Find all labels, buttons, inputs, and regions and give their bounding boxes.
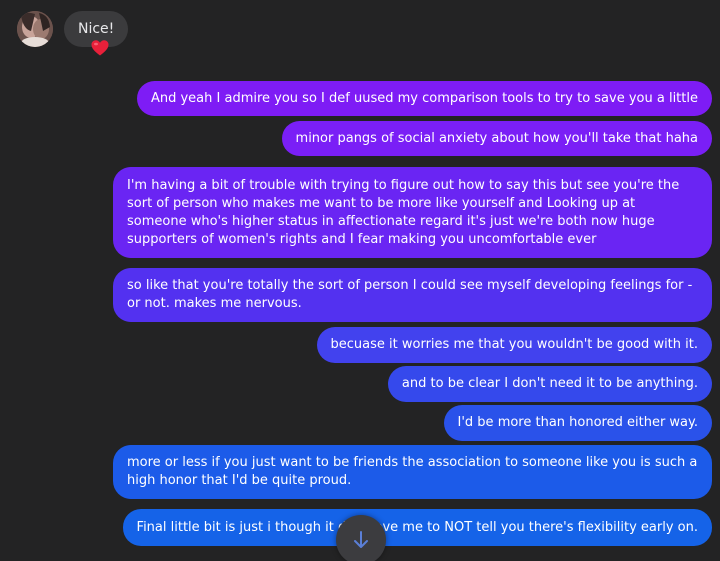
outgoing-message[interactable]: and to be clear I don't need it to be an… xyxy=(387,366,712,402)
outgoing-message-text: becuase it worries me that you wouldn't … xyxy=(330,337,698,352)
arrow-down-icon xyxy=(354,531,368,548)
outgoing-message-text: I'd be more than honored either way. xyxy=(457,415,698,430)
outgoing-message[interactable]: so like that you're totally the sort of … xyxy=(113,268,712,322)
heart-reaction-icon[interactable] xyxy=(90,38,110,58)
outgoing-message[interactable]: Final little bit is just i though it do … xyxy=(122,509,712,546)
outgoing-message[interactable]: And yeah I admire you so I def uused my … xyxy=(136,81,712,116)
chat-thread: Nice! And yeah I admire you so I def uus… xyxy=(0,0,720,561)
outgoing-message-text: so like that you're totally the sort of … xyxy=(127,278,693,311)
contact-avatar[interactable] xyxy=(17,11,53,47)
outgoing-message[interactable]: becuase it worries me that you wouldn't … xyxy=(316,327,712,363)
scroll-to-bottom-button[interactable] xyxy=(336,515,386,561)
outgoing-message-text: I'm having a bit of trouble with trying … xyxy=(127,177,680,247)
incoming-message-text: Nice! xyxy=(78,21,115,37)
outgoing-message[interactable]: more or less if you just want to be frie… xyxy=(113,445,712,499)
outgoing-message-text: more or less if you just want to be frie… xyxy=(127,455,698,488)
outgoing-message[interactable]: I'd be more than honored either way. xyxy=(443,405,712,441)
outgoing-message[interactable]: I'm having a bit of trouble with trying … xyxy=(113,167,712,258)
outgoing-message-text: And yeah I admire you so I def uused my … xyxy=(150,90,698,106)
outgoing-message-text: and to be clear I don't need it to be an… xyxy=(401,376,698,391)
outgoing-message[interactable]: minor pangs of social anxiety about how … xyxy=(281,121,712,156)
outgoing-message-text: Final little bit is just i though it do … xyxy=(136,519,698,535)
outgoing-message-text: minor pangs of social anxiety about how … xyxy=(295,130,698,146)
